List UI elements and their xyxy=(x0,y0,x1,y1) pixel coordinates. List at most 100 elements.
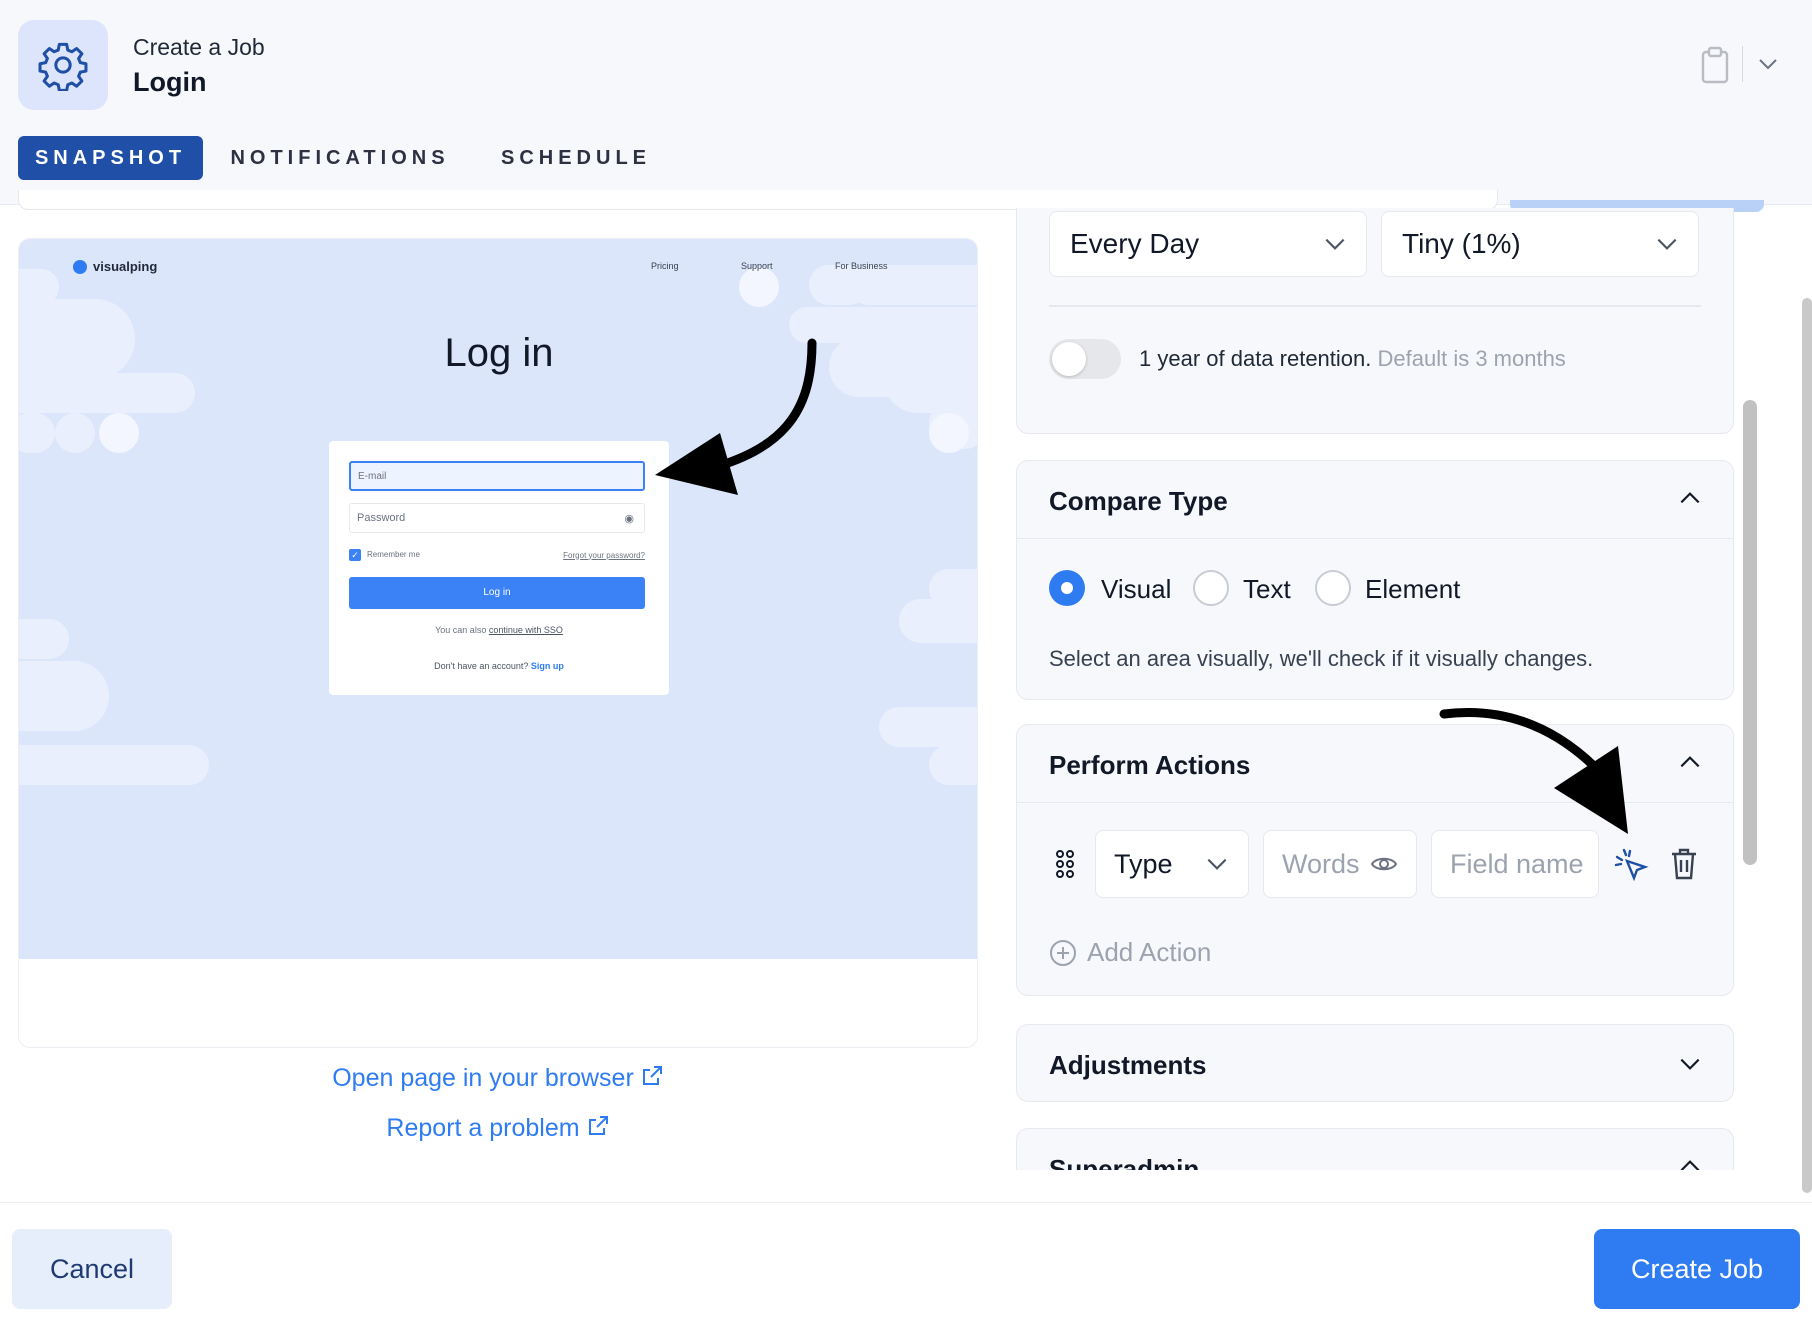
cancel-button[interactable]: Cancel xyxy=(12,1229,172,1309)
page-title: Login xyxy=(133,67,207,97)
words-input[interactable]: Words xyxy=(1263,830,1417,898)
site-logo: visualping xyxy=(73,259,157,274)
site-signup-line: Don't have an account? Sign up xyxy=(329,661,669,671)
annotation-arrow xyxy=(655,338,817,495)
visualping-logo-icon xyxy=(73,259,87,274)
site-email-field: E-mail xyxy=(349,461,645,491)
retention-hint: Default is 3 months xyxy=(1377,346,1566,371)
create-job-button[interactable]: Create Job xyxy=(1594,1229,1800,1309)
card-divider xyxy=(1017,538,1733,539)
drag-handle-icon[interactable] xyxy=(1055,849,1075,879)
threshold-value: Tiny (1%) xyxy=(1402,228,1521,259)
compare-type-title: Compare Type xyxy=(1049,486,1228,516)
decor-cloud xyxy=(19,413,55,453)
annotation-arrow xyxy=(1439,707,1628,834)
toggle-knob xyxy=(1052,342,1086,376)
tab-snapshot[interactable]: SNAPSHOT xyxy=(18,136,203,180)
chevron-down-icon[interactable] xyxy=(1756,52,1780,76)
frequency-value: Every Day xyxy=(1070,228,1200,259)
url-bar-fragment[interactable] xyxy=(18,190,1498,210)
snapshot-preview[interactable]: visualping Pricing Support For Business … xyxy=(18,238,978,1048)
open-in-browser-link[interactable]: Open page in your browser xyxy=(18,1064,978,1093)
page-scrollbar[interactable] xyxy=(1802,298,1812,1193)
trash-icon[interactable] xyxy=(1669,847,1699,881)
retention-toggle[interactable] xyxy=(1049,339,1121,379)
decor-cloud xyxy=(849,265,977,305)
site-forgot-link: Forgot your password? xyxy=(563,550,645,560)
card-divider xyxy=(1049,305,1701,307)
radio-visual-label[interactable]: Visual xyxy=(1101,574,1171,605)
radio-element[interactable] xyxy=(1315,570,1351,606)
superadmin-card[interactable]: Superadmin xyxy=(1016,1128,1734,1170)
superadmin-title: Superadmin xyxy=(1049,1154,1200,1170)
decor-cloud xyxy=(929,745,977,785)
tab-schedule[interactable]: SCHEDULE xyxy=(486,136,666,180)
site-nav-support: Support xyxy=(741,261,773,271)
site-nav-pricing: Pricing xyxy=(651,261,679,271)
site-login-heading: Log in xyxy=(444,331,554,375)
compare-type-description: Select an area visually, we'll check if … xyxy=(1049,646,1594,671)
decor-cloud xyxy=(739,267,779,307)
chevron-up-icon[interactable] xyxy=(1677,1153,1703,1170)
action-type-select[interactable]: Type xyxy=(1095,830,1249,898)
chevron-down-icon[interactable] xyxy=(1677,1051,1703,1077)
add-action-button[interactable]: Add Action xyxy=(1049,937,1211,968)
site-sso-line: You can also continue with SSO xyxy=(329,625,669,635)
gear-icon xyxy=(38,42,88,91)
job-icon-tile xyxy=(18,20,108,110)
eye-icon[interactable] xyxy=(1370,852,1398,876)
compare-type-card: Compare Type Visual Text Element Select … xyxy=(1016,460,1734,700)
page-screenshot[interactable]: visualping Pricing Support For Business … xyxy=(19,239,977,959)
chevron-down-icon xyxy=(1325,238,1345,250)
decor-cloud xyxy=(55,413,95,453)
frequency-select[interactable]: Every Day xyxy=(1049,211,1367,277)
decor-cloud xyxy=(19,661,109,731)
site-password-placeholder: Password xyxy=(357,512,406,524)
job-header: Create a Job Login SNAPSHOT NOTIFICATION… xyxy=(0,0,1812,205)
chevron-down-icon xyxy=(1207,858,1227,870)
threshold-select[interactable]: Tiny (1%) xyxy=(1381,211,1699,277)
site-remember-label: Remember me xyxy=(367,550,420,560)
report-problem-link[interactable]: Report a problem xyxy=(18,1114,978,1143)
site-sso-link: continue with SSO xyxy=(488,625,563,635)
site-logo-text: visualping xyxy=(93,259,158,274)
radio-element-label[interactable]: Element xyxy=(1365,574,1460,605)
perform-actions-title: Perform Actions xyxy=(1049,750,1251,780)
site-remember-row: ✓ Remember me Forgot your password? xyxy=(349,549,645,561)
chevron-up-icon[interactable] xyxy=(1677,749,1703,775)
chevron-up-icon[interactable] xyxy=(1677,485,1703,511)
clipboard-icon[interactable] xyxy=(1700,46,1730,84)
external-link-icon xyxy=(588,1116,608,1135)
decor-cloud xyxy=(899,599,977,643)
radio-text-label[interactable]: Text xyxy=(1243,574,1291,605)
eye-icon: ◉ xyxy=(624,513,634,525)
site-login-button: Log in xyxy=(349,577,645,609)
decor-cloud xyxy=(19,619,69,659)
decor-cloud xyxy=(99,413,139,453)
frequency-card: Every Day Tiny (1%) 1 year of data reten… xyxy=(1016,208,1734,434)
field-name-placeholder: Field name xyxy=(1450,848,1584,879)
radio-visual[interactable] xyxy=(1049,570,1085,606)
site-remember-me: ✓ Remember me xyxy=(349,549,420,561)
action-type-value: Type xyxy=(1114,848,1173,879)
element-picker-icon[interactable] xyxy=(1613,847,1649,883)
plus-circle-icon xyxy=(1050,939,1076,966)
retention-text: 1 year of data retention. Default is 3 m… xyxy=(1139,346,1566,372)
report-problem-label[interactable]: Report a problem xyxy=(386,1114,579,1142)
radio-text[interactable] xyxy=(1193,570,1229,606)
tab-notifications[interactable]: NOTIFICATIONS xyxy=(224,136,456,180)
decor-cloud xyxy=(19,373,195,413)
site-login-card: E-mail Password ◉ ✓ Remember me Forgot yo… xyxy=(329,441,669,695)
retention-label: 1 year of data retention. xyxy=(1139,346,1372,371)
field-name-input[interactable]: Field name xyxy=(1431,830,1599,898)
settings-panel[interactable]: Every Day Tiny (1%) 1 year of data reten… xyxy=(1000,208,1770,1170)
site-sso-prefix: You can also xyxy=(435,625,487,635)
add-action-label: Add Action xyxy=(1087,937,1212,967)
decor-cloud xyxy=(879,707,977,747)
panel-scrollbar[interactable] xyxy=(1743,400,1757,865)
external-link-icon xyxy=(642,1066,662,1085)
header-subtitle: Create a Job xyxy=(133,34,265,60)
open-in-browser-label[interactable]: Open page in your browser xyxy=(332,1064,634,1092)
adjustments-card[interactable]: Adjustments xyxy=(1016,1024,1734,1102)
site-signup-link: Sign up xyxy=(530,661,564,671)
